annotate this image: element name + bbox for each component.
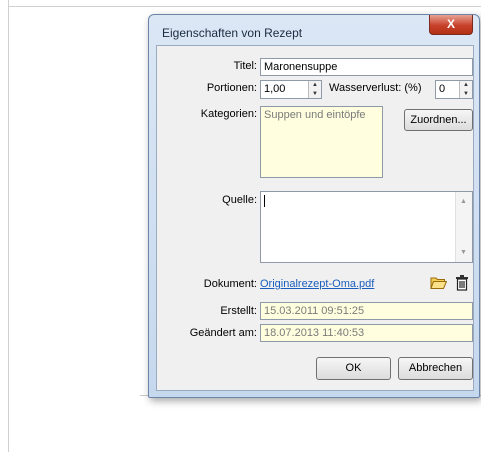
document-label: Dokument: [203, 278, 257, 290]
spin-up-icon[interactable]: ▲ [309, 81, 321, 90]
spin-down-icon[interactable]: ▼ [460, 90, 472, 99]
portions-label: Portionen: [206, 82, 257, 94]
portions-input[interactable]: 1,00 ▲ ▼ [260, 80, 322, 99]
title-input[interactable]: Maronensuppe [260, 58, 473, 76]
categories-box[interactable]: Suppen und eintöpfe [260, 106, 383, 178]
source-textarea[interactable]: ▲ ▼ [260, 191, 473, 263]
modified-label: Geändert am: [189, 327, 257, 339]
document-link[interactable]: Originalrezept-Oma.pdf [260, 278, 374, 290]
folder-open-icon[interactable] [430, 275, 448, 293]
recipe-properties-dialog: Eigenschaften von Rezept X Titel: Marone… [148, 14, 480, 398]
close-icon: X [446, 17, 455, 31]
spin-down-icon[interactable]: ▼ [309, 90, 321, 99]
ok-button[interactable]: OK [316, 357, 391, 380]
title-label: Titel: [233, 60, 257, 72]
portions-spinner[interactable]: ▲ ▼ [308, 81, 321, 98]
cancel-button[interactable]: Abbrechen [398, 357, 473, 380]
source-label: Quelle: [222, 194, 257, 206]
source-scrollbar[interactable]: ▲ ▼ [455, 192, 472, 262]
trash-icon[interactable] [455, 275, 469, 294]
created-field: 15.03.2011 09:51:25 [260, 302, 473, 320]
water-loss-spinner[interactable]: ▲ ▼ [459, 81, 472, 98]
scroll-up-icon[interactable]: ▲ [460, 198, 467, 205]
background-border-left [8, 0, 9, 452]
text-caret [264, 195, 265, 208]
water-loss-label: Wasserverlust: (%) [329, 82, 422, 94]
assign-button[interactable]: Zuordnen... [404, 109, 473, 131]
portions-value: 1,00 [264, 83, 286, 95]
scroll-down-icon[interactable]: ▼ [460, 249, 467, 256]
title-bar[interactable]: Eigenschaften von Rezept X [149, 15, 479, 45]
water-loss-input[interactable]: 0 ▲ ▼ [435, 80, 473, 99]
close-button[interactable]: X [429, 15, 473, 35]
water-loss-value: 0 [439, 83, 446, 95]
modified-field: 18.07.2013 11:40:53 [260, 324, 473, 342]
window-title: Eigenschaften von Rezept [162, 26, 303, 40]
categories-label: Kategorien: [200, 108, 257, 120]
spin-up-icon[interactable]: ▲ [460, 81, 472, 90]
dialog-client-area: Titel: Maronensuppe Portionen: 1,00 ▲ ▼ … [156, 45, 474, 391]
created-label: Erstellt: [220, 305, 257, 317]
background-border-top [8, 6, 481, 7]
